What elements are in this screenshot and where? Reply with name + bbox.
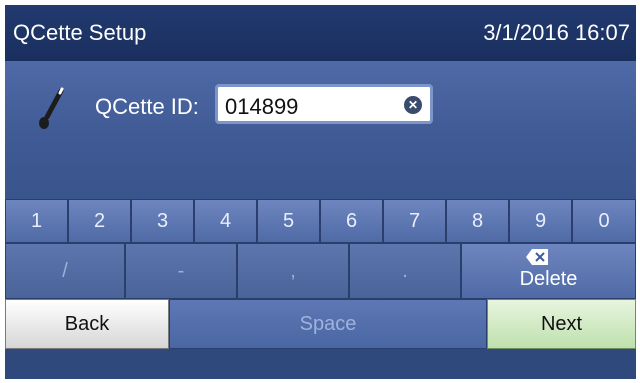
pen-icon: [39, 87, 64, 129]
key-8[interactable]: 8: [446, 199, 509, 243]
key-3[interactable]: 3: [131, 199, 194, 243]
key-comma[interactable]: ,: [237, 243, 349, 299]
qcette-id-label: QCette ID:: [95, 94, 199, 119]
delete-button[interactable]: Delete: [461, 243, 636, 299]
key-4[interactable]: 4: [194, 199, 257, 243]
next-button[interactable]: Next: [487, 299, 636, 349]
title-bar: QCette Setup 3/1/2016 16:07: [5, 5, 636, 61]
qcette-setup-screen: QCette Setup 3/1/2016 16:07 QCette ID: 0…: [5, 5, 636, 379]
key-6[interactable]: 6: [320, 199, 383, 243]
datetime-display: 3/1/2016 16:07: [483, 20, 630, 45]
backspace-icon: [526, 249, 548, 265]
key-2[interactable]: 2: [68, 199, 131, 243]
id-entry-panel: QCette ID: 014899 ✕: [5, 61, 636, 199]
clear-icon[interactable]: ✕: [404, 96, 422, 114]
key-9[interactable]: 9: [509, 199, 572, 243]
screen-title: QCette Setup: [13, 20, 147, 45]
qcette-id-value: 014899: [225, 94, 299, 119]
qcette-id-input[interactable]: 014899 ✕: [215, 84, 433, 124]
key-period[interactable]: .: [349, 243, 461, 299]
space-button[interactable]: Space: [169, 299, 487, 349]
key-slash[interactable]: /: [5, 243, 125, 299]
delete-label: Delete: [519, 268, 578, 290]
back-button[interactable]: Back: [5, 299, 169, 349]
key-5[interactable]: 5: [257, 199, 320, 243]
key-7[interactable]: 7: [383, 199, 446, 243]
on-screen-keyboard: 1 2 3 4 5 6 7 8 9 0 / - , . Delete Back …: [5, 199, 636, 379]
key-1[interactable]: 1: [5, 199, 68, 243]
key-0[interactable]: 0: [572, 199, 636, 243]
key-hyphen[interactable]: -: [125, 243, 237, 299]
